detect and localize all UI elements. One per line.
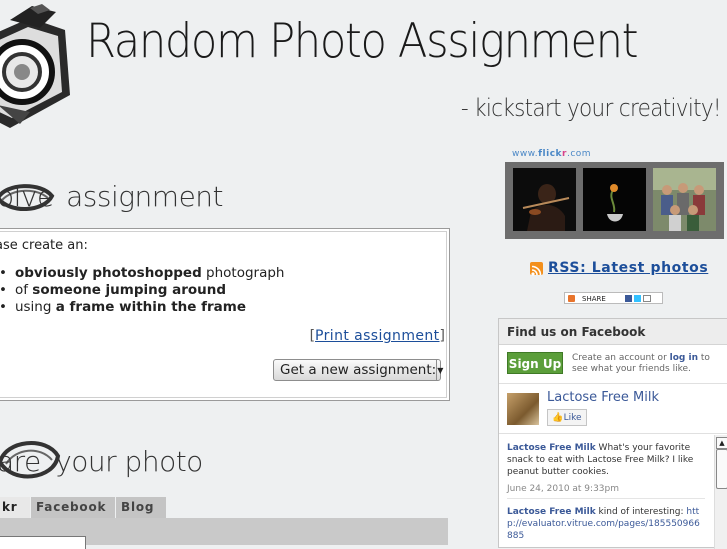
facebook-page-avatar[interactable] [507,393,539,425]
facebook-post: Lactose Free Milk kind of interesting: h… [507,506,705,542]
facebook-post-author[interactable]: Lactose Free Milk [507,443,596,453]
facebook-post-date: June 24, 2010 at 9:33pm [507,484,619,494]
facebook-icon [625,295,632,302]
flickr-photo-strip [505,162,724,239]
assignment-item: of someone jumping around [0,282,284,299]
flickr-photo-thumbnail[interactable] [513,168,576,231]
rss-latest-photos-link[interactable]: RSS: Latest photos [548,260,708,276]
share-heading: are your photo [0,445,203,478]
solve-heading-rest: assignment [66,180,224,213]
tab-facebook[interactable]: Facebook [31,497,115,518]
camera-logo-icon [0,4,70,128]
assignment-item: obviously photoshopped photograph [0,265,285,282]
flickr-photo-thumbnail[interactable] [653,168,716,231]
email-icon [643,295,651,302]
facebook-like-button[interactable]: 👍Like [547,409,587,426]
flickr-photo-thumbnail[interactable] [583,168,646,231]
facebook-page-name[interactable]: Lactose Free Milk [547,390,659,405]
twitter-icon [634,295,641,302]
divider [507,498,705,499]
facebook-post-author[interactable]: Lactose Free Milk [507,507,596,517]
facebook-widget: Find us on Facebook Sign Up Create an ac… [498,318,727,549]
rss-icon[interactable] [530,262,543,276]
scrollbar-thumb[interactable] [716,449,727,489]
thumbs-up-icon: 👍 [552,413,564,423]
flickr-logo[interactable]: www.flickr.com [512,149,591,159]
facebook-widget-title: Find us on Facebook [499,319,727,345]
facebook-post: Lactose Free Milk What's your favorite s… [507,442,705,495]
assignment-box: ase create an: obviously photoshopped ph… [0,228,450,401]
scroll-up-icon[interactable]: ▲ [716,437,727,449]
assignment-list: obviously photoshopped photograph of som… [0,265,285,316]
share-button[interactable]: SHARE [564,292,663,304]
assignment-item: using a frame within the frame [0,299,284,316]
tagline: - kickstart your creativity! [461,94,722,122]
solve-heading: olve assignment [0,180,224,213]
divider [499,433,727,434]
new-assignment-button[interactable]: Get a new assignment: ▼ [273,359,443,381]
tab-blog[interactable]: Blog [116,497,166,518]
chevron-down-icon[interactable]: ▼ [436,360,443,380]
divider [499,383,727,384]
site-title[interactable]: Random Photo Assignment [86,14,639,69]
facebook-signup-text: Create an account or log in to see what … [572,353,710,374]
facebook-signup-button[interactable]: Sign Up [507,352,563,374]
facebook-scrollbar[interactable]: ▲ [714,435,727,549]
share-plus-icon [568,295,575,302]
share-heading-prefix: are [0,445,41,478]
assignment-intro: ase create an: [0,238,88,253]
tab-flickr[interactable]: kr [0,497,30,518]
new-assignment-label: Get a new assignment: [280,362,437,378]
share-input[interactable] [0,536,86,549]
share-heading-rest: your photo [55,445,203,478]
facebook-post-text: kind of interesting: [595,507,687,517]
facebook-login-link[interactable]: log in [670,353,698,363]
print-assignment-link[interactable]: Print assignment [315,328,439,344]
print-assignment-line: [Print assignment] [309,328,445,344]
share-label: SHARE [582,295,606,303]
solve-heading-prefix: olve [0,180,54,213]
